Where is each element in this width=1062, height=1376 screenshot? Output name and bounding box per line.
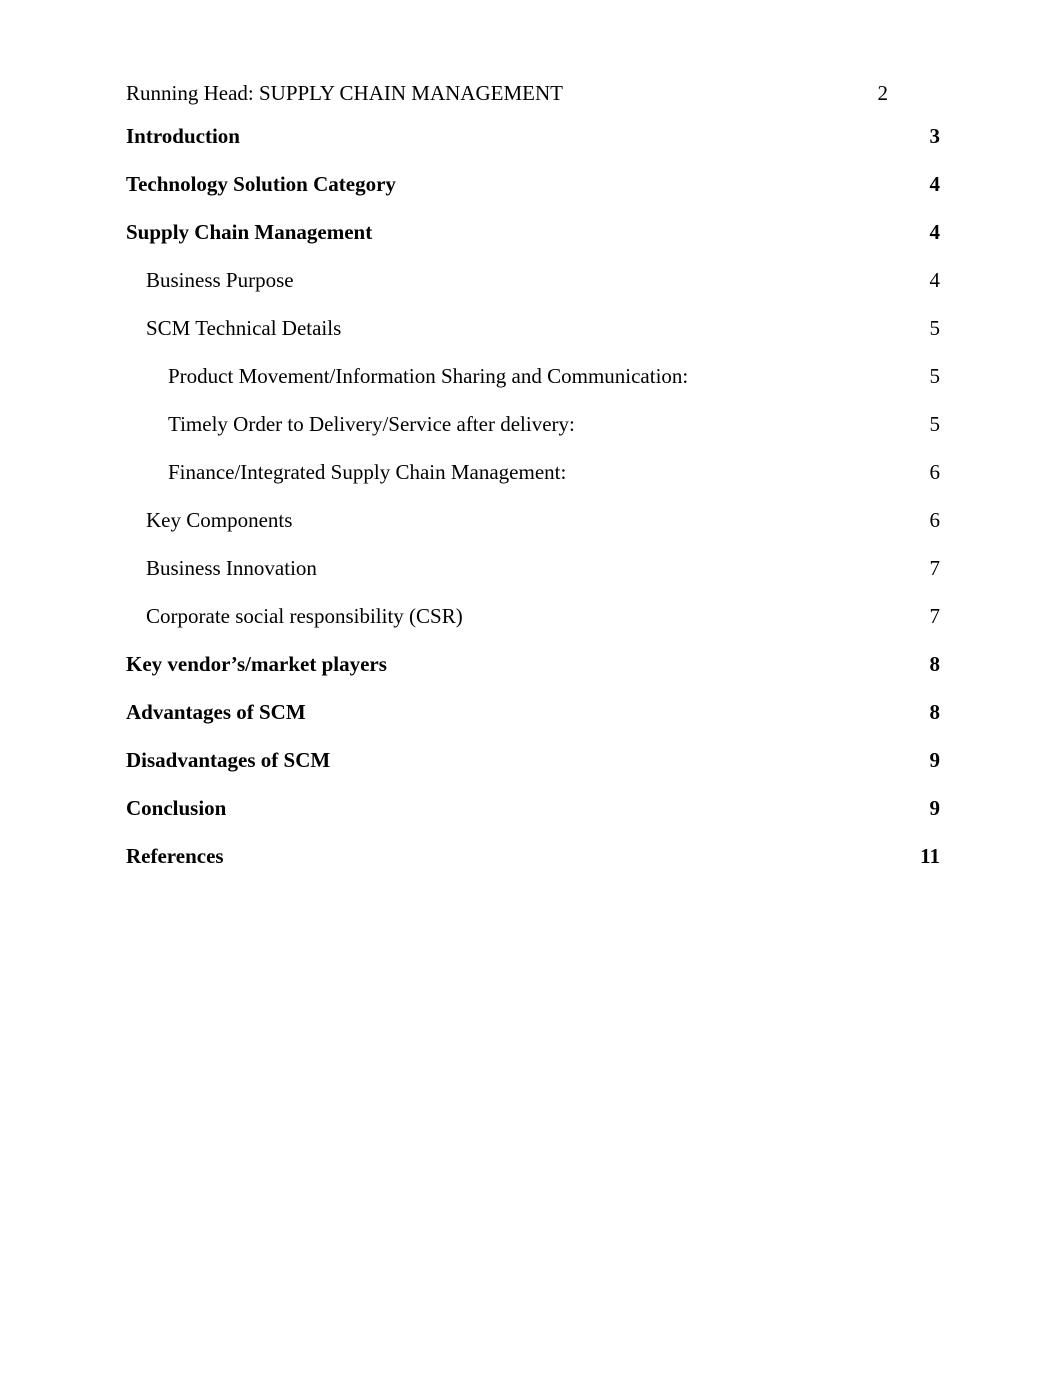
toc-entry-business-innovation[interactable]: Business Innovation 7	[126, 554, 940, 602]
toc-entry-title: Finance/Integrated Supply Chain Manageme…	[168, 460, 567, 484]
toc-entry-title: References	[126, 844, 224, 868]
toc-entry-page: 9	[929, 796, 941, 820]
toc-entry-technology-solution-category[interactable]: Technology Solution Category 4	[126, 170, 940, 218]
toc-entry-page: 8	[929, 652, 941, 676]
toc-entry-scm-technical-details[interactable]: SCM Technical Details 5	[126, 314, 940, 362]
toc-entry-title: Product Movement/Information Sharing and…	[168, 364, 689, 388]
toc-entry-page: 3	[929, 124, 941, 148]
toc-entry-title: SCM Technical Details	[146, 316, 342, 340]
toc-entry-page: 6	[929, 460, 941, 484]
toc-entry-introduction[interactable]: Introduction 3	[126, 122, 940, 170]
toc-entry-supply-chain-management[interactable]: Supply Chain Management 4	[126, 218, 940, 266]
toc-entry-timely-order[interactable]: Timely Order to Delivery/Service after d…	[126, 410, 940, 458]
toc-entry-title: Conclusion	[126, 796, 227, 820]
toc-entry-page: 5	[929, 364, 941, 388]
document-page: Running Head: SUPPLY CHAIN MANAGEMENT 2 …	[0, 0, 1062, 1376]
toc-entry-page: 5	[929, 412, 941, 436]
toc-entry-title: Key vendor’s/market players	[126, 652, 387, 676]
toc-entry-finance-integrated[interactable]: Finance/Integrated Supply Chain Manageme…	[126, 458, 940, 506]
toc-entry-title: Technology Solution Category	[126, 172, 396, 196]
toc-entry-page: 4	[929, 220, 941, 244]
toc-entry-title: Timely Order to Delivery/Service after d…	[168, 412, 575, 436]
toc-entry-conclusion[interactable]: Conclusion 9	[126, 794, 940, 842]
toc-entry-product-movement[interactable]: Product Movement/Information Sharing and…	[126, 362, 940, 410]
toc-entry-title: Business Purpose	[146, 268, 294, 292]
page-header: Running Head: SUPPLY CHAIN MANAGEMENT 2	[126, 80, 888, 106]
header-page-number: 2	[877, 81, 889, 105]
toc-entry-title: Advantages of SCM	[126, 700, 306, 724]
toc-entry-title: Introduction	[126, 124, 240, 148]
toc-entry-title: Business Innovation	[146, 556, 317, 580]
toc-entry-csr[interactable]: Corporate social responsibility (CSR) 7	[126, 602, 940, 650]
toc-entry-page: 7	[929, 604, 941, 628]
toc-entry-title: Key Components	[146, 508, 293, 532]
toc-entry-title: Corporate social responsibility (CSR)	[146, 604, 463, 628]
toc-entry-disadvantages[interactable]: Disadvantages of SCM 9	[126, 746, 940, 794]
toc-entry-page: 8	[929, 700, 941, 724]
toc-entry-page: 5	[929, 316, 941, 340]
toc-entry-page: 7	[929, 556, 941, 580]
toc-entry-references[interactable]: References 11	[126, 842, 940, 890]
toc-entry-page: 11	[920, 844, 940, 868]
toc-entry-advantages[interactable]: Advantages of SCM 8	[126, 698, 940, 746]
table-of-contents: Introduction 3 Technology Solution Categ…	[126, 122, 940, 890]
toc-entry-page: 9	[929, 748, 941, 772]
toc-entry-title: Disadvantages of SCM	[126, 748, 331, 772]
running-head: Running Head: SUPPLY CHAIN MANAGEMENT	[126, 81, 563, 105]
toc-entry-page: 6	[929, 508, 941, 532]
toc-entry-page: 4	[929, 268, 941, 292]
toc-entry-key-components[interactable]: Key Components 6	[126, 506, 940, 554]
toc-entry-page: 4	[929, 172, 941, 196]
toc-entry-title: Supply Chain Management	[126, 220, 373, 244]
toc-entry-key-vendors[interactable]: Key vendor’s/market players 8	[126, 650, 940, 698]
toc-entry-business-purpose[interactable]: Business Purpose 4	[126, 266, 940, 314]
